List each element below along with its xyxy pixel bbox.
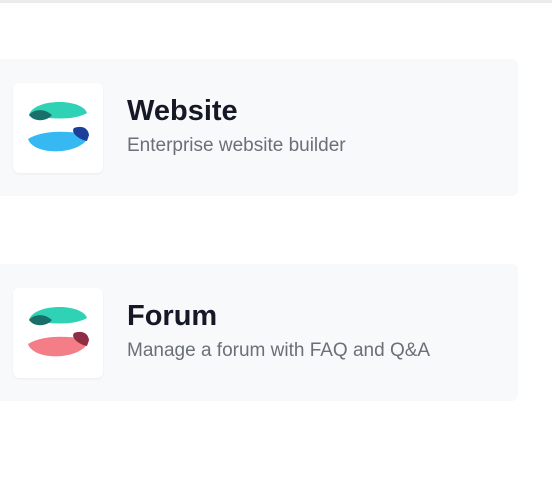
app-card-website[interactable]: Website Enterprise website builder: [0, 59, 518, 196]
app-card-forum[interactable]: Forum Manage a forum with FAQ and Q&A: [0, 264, 518, 401]
forum-app-icon: [13, 288, 103, 378]
app-description: Enterprise website builder: [127, 135, 346, 156]
website-logo-graphic: [28, 101, 89, 152]
forum-logo-graphic: [28, 306, 89, 357]
app-title: Website: [127, 95, 238, 127]
app-description: Manage a forum with FAQ and Q&A: [127, 340, 431, 361]
top-divider: [0, 0, 552, 3]
app-title: Forum: [127, 300, 218, 332]
website-app-icon: [13, 83, 103, 173]
